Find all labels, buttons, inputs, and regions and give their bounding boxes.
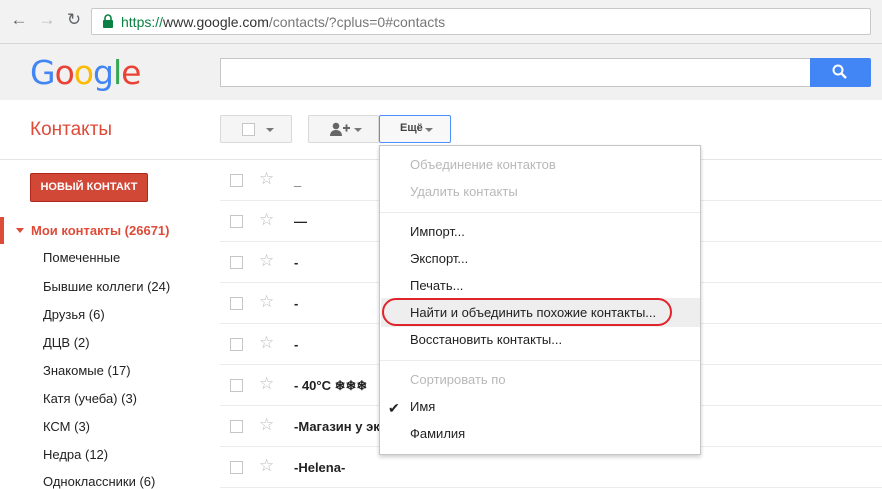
google-header: Google [0,44,882,100]
sidebar-item-label: Мои контакты (26671) [31,223,170,238]
back-icon[interactable]: ← [9,10,29,30]
search-button[interactable] [810,58,871,87]
menu-item-print[interactable]: Печать... [410,278,463,293]
star-icon[interactable]: ☆ [259,457,274,474]
menu-item-restore-contacts[interactable]: Восстановить контакты... [410,332,562,347]
browser-toolbar: ← → ↻ https://www.google.com/contacts/?c… [0,0,882,44]
search-input[interactable] [220,58,811,87]
sidebar-item-classmates[interactable]: Одноклассники (6) [43,474,155,489]
menu-item-sort-last-name[interactable]: Фамилия [410,426,465,441]
sidebar-item-katya[interactable]: Катя (учеба) (3) [43,391,137,406]
contact-name: — [294,214,307,229]
star-icon[interactable]: ☆ [259,416,274,433]
contact-name: - [294,255,299,270]
active-indicator [0,217,4,244]
contact-name: - [294,337,299,352]
row-checkbox[interactable] [230,379,243,392]
url-text: https://www.google.com/contacts/?cplus=0… [121,14,446,30]
star-icon[interactable]: ☆ [259,334,274,351]
add-to-group-button[interactable] [308,115,379,143]
reload-icon[interactable]: ↻ [64,10,84,30]
row-checkbox[interactable] [230,256,243,269]
row-checkbox[interactable] [230,174,243,187]
sidebar-item-my-contacts[interactable]: Мои контакты (26671) [16,223,170,238]
star-icon[interactable]: ☆ [259,293,274,310]
menu-item-delete-contacts: Удалить контакты [410,184,518,199]
menu-item-import[interactable]: Импорт... [410,224,465,239]
add-person-icon [330,122,350,136]
sidebar-item-nedra[interactable]: Недра (12) [43,447,108,462]
sidebar-item-former-colleagues[interactable]: Бывшие коллеги (24) [43,279,170,294]
menu-item-merge-contacts: Объединение контактов [410,157,556,172]
chevron-down-icon [425,128,433,132]
sidebar-item-starred[interactable]: Помеченные [43,250,120,265]
menu-divider [380,212,700,213]
row-checkbox[interactable] [230,297,243,310]
forward-icon[interactable]: → [37,10,57,30]
more-dropdown-menu: Объединение контактов Удалить контакты И… [379,145,701,455]
star-icon[interactable]: ☆ [259,252,274,269]
select-all-checkbox[interactable] [242,123,255,136]
new-contact-button[interactable]: НОВЫЙ КОНТАКТ [30,173,148,202]
contact-name: _ [294,173,302,188]
address-bar[interactable]: https://www.google.com/contacts/?cplus=0… [91,8,871,35]
chevron-down-icon [354,128,362,132]
contact-name: -Магазин у эк [294,419,380,434]
lock-icon [103,14,113,28]
row-checkbox[interactable] [230,338,243,351]
checkmark-icon: ✔ [388,400,400,416]
star-icon[interactable]: ☆ [259,211,274,228]
sidebar-item-friends[interactable]: Друзья (6) [43,307,105,322]
sidebar-item-acquaintances[interactable]: Знакомые (17) [43,363,131,378]
menu-item-export[interactable]: Экспорт... [410,251,468,266]
contact-name: - [294,296,299,311]
chevron-down-icon [266,128,274,132]
row-checkbox[interactable] [230,461,243,474]
triangle-down-icon [16,228,24,233]
menu-divider [380,360,700,361]
contact-name: - 40°C ❄❄❄ [294,378,368,393]
google-logo[interactable]: Google [30,53,141,92]
more-button-label: Ещё [400,122,423,134]
menu-sort-heading: Сортировать по [410,372,506,387]
contact-name: -Helena- [294,460,346,475]
sidebar-item-ksm[interactable]: КСМ (3) [43,419,90,434]
more-button[interactable]: Ещё [379,115,451,143]
sidebar-item-dcv[interactable]: ДЦВ (2) [43,335,90,350]
row-checkbox[interactable] [230,215,243,228]
star-icon[interactable]: ☆ [259,170,274,187]
menu-item-sort-first-name[interactable]: Имя [410,399,435,414]
search-icon [832,64,847,79]
star-icon[interactable]: ☆ [259,375,274,392]
row-checkbox[interactable] [230,420,243,433]
menu-item-find-duplicates[interactable]: Найти и объединить похожие контакты... [410,305,656,320]
page-title: Контакты [30,119,113,140]
select-dropdown-button[interactable] [220,115,292,143]
